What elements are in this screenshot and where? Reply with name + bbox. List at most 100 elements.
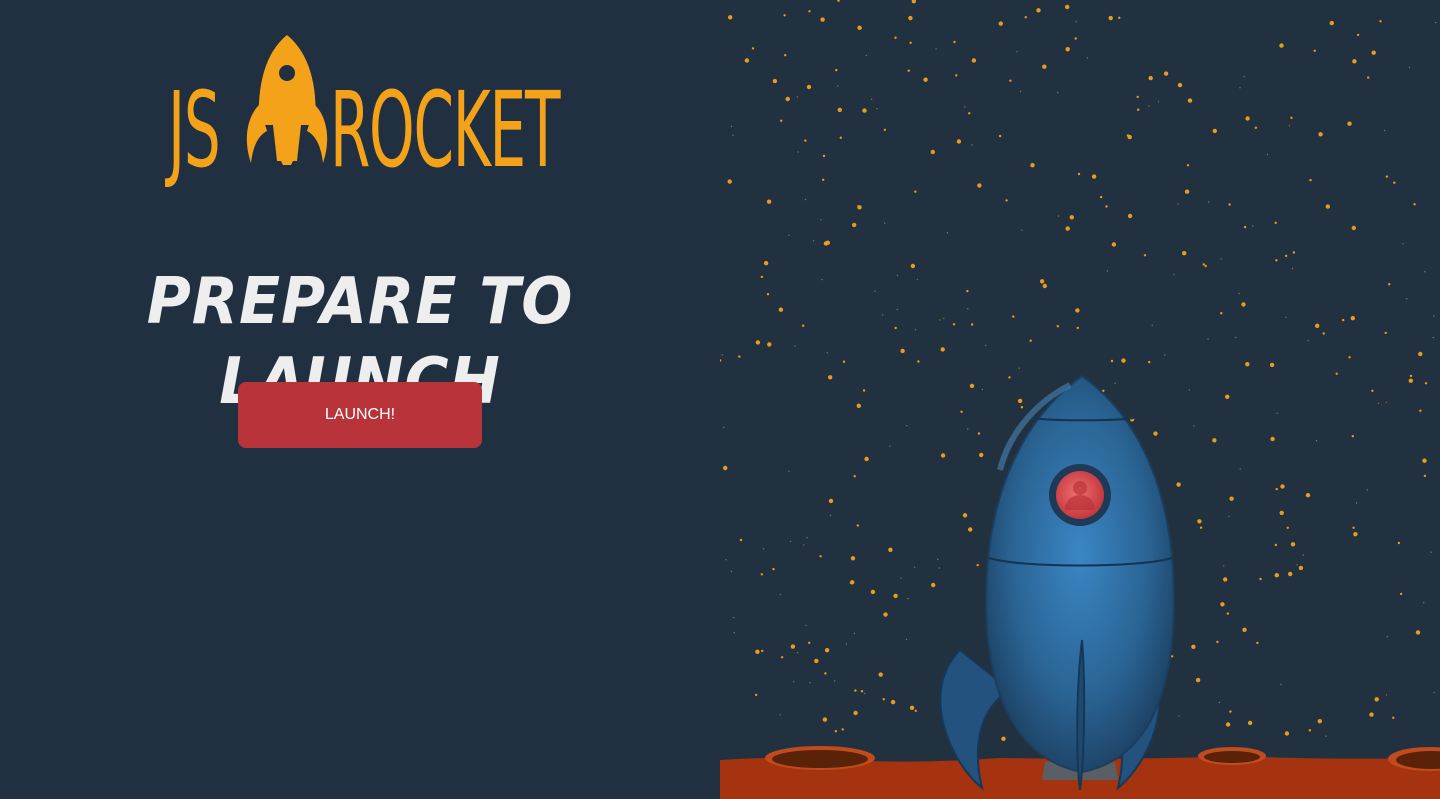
star-icon <box>943 317 945 319</box>
star-icon <box>893 593 898 599</box>
star-icon <box>900 348 905 354</box>
star-icon <box>1186 164 1190 167</box>
star-icon <box>1173 273 1175 275</box>
star-icon <box>760 573 763 576</box>
star-icon <box>1069 215 1074 220</box>
star-icon <box>1406 298 1408 300</box>
star-icon <box>1075 21 1077 23</box>
star-icon <box>1348 356 1351 359</box>
star-icon <box>1356 33 1360 37</box>
star-icon <box>1077 172 1081 176</box>
star-icon <box>1377 402 1380 405</box>
star-icon <box>730 570 733 573</box>
star-icon <box>1226 612 1230 615</box>
star-icon <box>1432 336 1434 339</box>
star-icon <box>908 15 913 21</box>
star-icon <box>1352 59 1357 64</box>
star-icon <box>767 342 772 347</box>
star-icon <box>1266 153 1269 156</box>
star-icon <box>845 643 848 645</box>
star-icon <box>1388 283 1391 286</box>
star-icon <box>1076 326 1079 330</box>
star-icon <box>1279 43 1284 48</box>
star-icon <box>822 717 828 722</box>
star-icon <box>814 658 819 664</box>
star-icon <box>834 680 836 682</box>
star-icon <box>772 567 775 571</box>
star-icon <box>1386 636 1388 638</box>
star-icon <box>808 641 811 644</box>
star-icon <box>1433 691 1435 694</box>
star-icon <box>727 179 732 184</box>
star-icon <box>1228 515 1230 517</box>
star-icon <box>1274 221 1277 224</box>
star-icon <box>1184 189 1190 194</box>
star-icon <box>1148 105 1150 107</box>
star-icon <box>1223 565 1225 567</box>
star-icon <box>723 465 728 471</box>
star-icon <box>1315 440 1318 442</box>
star-icon <box>966 289 969 293</box>
star-icon <box>1099 195 1103 199</box>
star-icon <box>909 41 912 44</box>
star-icon <box>914 329 917 331</box>
star-icon <box>837 85 839 87</box>
star-icon <box>805 624 807 627</box>
star-icon <box>1419 409 1422 412</box>
star-icon <box>1288 125 1291 127</box>
star-icon <box>1008 376 1011 379</box>
star-icon <box>1207 338 1209 340</box>
star-icon <box>766 199 772 204</box>
star-icon <box>1290 116 1293 120</box>
control-panel: JS ROCKET PREPARE TO LAUNCH LAUNCH! <box>0 0 720 799</box>
star-icon <box>1371 50 1376 55</box>
star-icon <box>1212 438 1217 443</box>
star-icon <box>1148 360 1151 364</box>
star-icon <box>802 324 805 327</box>
star-icon <box>1164 354 1166 356</box>
star-icon <box>834 730 838 733</box>
star-icon <box>812 240 815 242</box>
star-icon <box>968 112 971 115</box>
star-icon <box>793 681 795 683</box>
star-icon <box>1188 389 1190 391</box>
star-icon <box>1385 694 1388 696</box>
star-icon <box>1228 203 1231 206</box>
star-icon <box>1247 720 1253 726</box>
star-icon <box>751 47 755 50</box>
star-icon <box>1148 75 1153 81</box>
star-icon <box>1220 602 1225 607</box>
star-icon <box>1225 722 1231 727</box>
star-icon <box>1009 79 1012 82</box>
star-icon <box>733 616 735 619</box>
star-icon <box>953 40 956 44</box>
star-icon <box>822 154 826 158</box>
star-icon <box>967 428 969 430</box>
star-icon <box>962 513 968 518</box>
star-icon <box>1305 493 1311 498</box>
launch-button[interactable]: LAUNCH! <box>238 382 482 448</box>
star-icon <box>870 589 876 595</box>
star-icon <box>1351 435 1354 438</box>
star-icon <box>1254 126 1258 129</box>
star-icon <box>1105 205 1108 208</box>
star-icon <box>850 580 855 585</box>
star-icon <box>796 96 798 98</box>
star-icon <box>755 649 760 654</box>
star-icon <box>1151 324 1153 326</box>
star-icon <box>946 232 949 234</box>
star-icon <box>790 644 796 649</box>
star-icon <box>979 452 984 458</box>
star-icon <box>1408 378 1413 383</box>
star-icon <box>1195 677 1201 683</box>
star-icon <box>826 352 828 354</box>
star-icon <box>976 563 979 567</box>
star-icon <box>1111 242 1117 247</box>
star-icon <box>1285 316 1287 318</box>
star-icon <box>971 144 973 146</box>
star-icon <box>952 323 956 326</box>
star-icon <box>882 314 884 316</box>
star-icon <box>1163 71 1169 76</box>
star-icon <box>900 577 902 579</box>
star-icon <box>1157 101 1160 103</box>
